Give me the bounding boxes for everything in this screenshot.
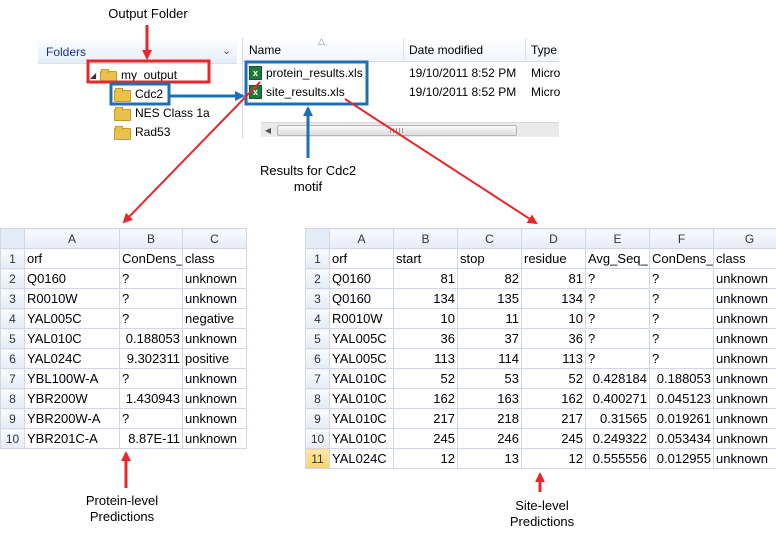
cdc2-highlight (109, 82, 171, 106)
annotation-overlay (86, 25, 545, 492)
my-output-highlight (86, 59, 211, 84)
site-file-arrow (344, 98, 538, 225)
files-highlight (244, 60, 369, 106)
